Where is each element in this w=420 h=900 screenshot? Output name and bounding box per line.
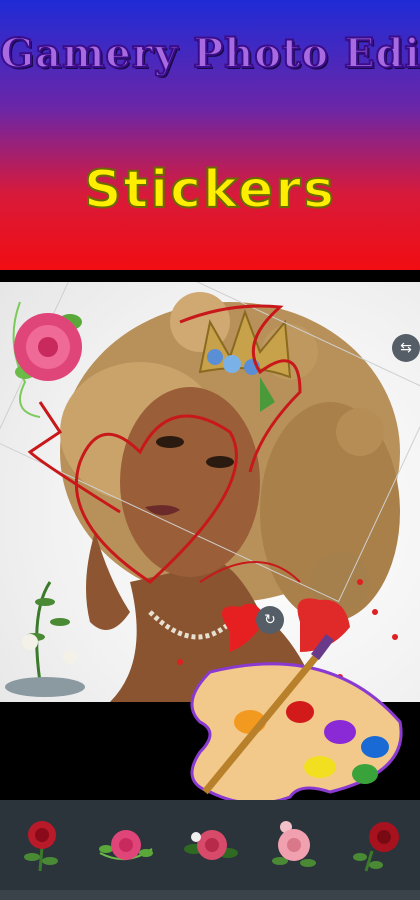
rose-red-icon xyxy=(24,821,58,872)
rotate-handle[interactable]: ↻ xyxy=(256,606,284,634)
rotate-icon: ↻ xyxy=(264,612,276,628)
section-subtitle: Stickers xyxy=(83,159,336,221)
sticker-item-rose-pink-frame[interactable] xyxy=(91,810,161,880)
sticker-item-rose-bouquet[interactable] xyxy=(175,810,245,880)
flip-icon: ⇆ xyxy=(400,340,412,356)
separator xyxy=(0,270,420,282)
rose-dark-red-icon xyxy=(353,822,399,872)
sticker-item-rose-red[interactable] xyxy=(7,810,77,880)
editor-canvas[interactable]: ⇆ ↻ xyxy=(0,282,420,702)
photo-artwork xyxy=(0,282,420,702)
header-banner: Gamery Photo Editor Stickers xyxy=(0,0,420,270)
sticker-bar xyxy=(0,800,420,890)
palette-icon xyxy=(190,634,403,805)
sticker-item-rose-dark-red[interactable] xyxy=(343,810,413,880)
rose-pink-frame-icon xyxy=(99,830,153,860)
sticker-item-rose-pink-blossom[interactable] xyxy=(259,810,329,880)
bottom-strip xyxy=(0,890,420,900)
app-title: Gamery Photo Editor xyxy=(0,29,420,78)
rose-bouquet-icon xyxy=(184,830,238,860)
rose-pink-blossom-icon xyxy=(272,821,316,867)
decor-area xyxy=(0,634,420,805)
flip-handle[interactable]: ⇆ xyxy=(392,334,420,362)
